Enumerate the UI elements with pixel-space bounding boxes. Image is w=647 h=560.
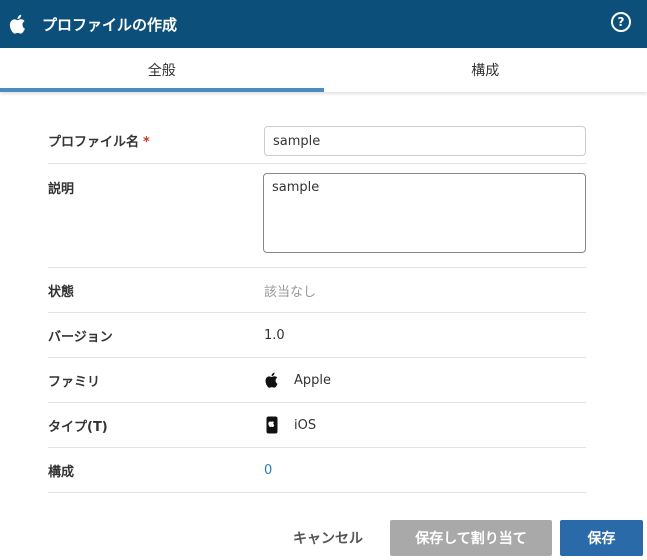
tab-configuration[interactable]: 構成 [324,48,647,92]
family-label: ファミリ [48,374,101,390]
save-button[interactable]: 保存 [560,520,643,556]
configuration-count-link[interactable]: 0 [264,463,586,478]
description-label: 説明 [48,182,75,197]
cancel-button[interactable]: キャンセル [280,520,376,556]
type-label: タイプ(T) [48,419,108,435]
row-configuration: 構成 0 [48,448,586,493]
family-value: Apple [294,372,332,388]
header-bar: プロファイルの作成 ? [0,0,647,48]
apple-icon [264,371,280,389]
profile-name-label: プロファイル名 [48,135,140,150]
row-status: 状態 該当なし [48,268,586,313]
profile-name-input[interactable]: sample [264,126,586,156]
version-label: バージョン [48,329,113,345]
profile-form: プロファイル名 * sample 説明 sample 状態 該当なし バージョン … [48,118,586,493]
tab-general[interactable]: 全般 [0,48,324,92]
row-family: ファミリ Apple [48,358,586,403]
apple-logo-icon [8,12,30,36]
footer-actions: キャンセル 保存して割り当て 保存 [0,520,647,560]
row-profile-name: プロファイル名 * sample [48,118,586,164]
required-mark: * [143,135,150,150]
row-description: 説明 sample [48,164,586,268]
row-type: タイプ(T) iOS [48,403,586,448]
configuration-label: 構成 [48,464,75,480]
type-value: iOS [294,417,317,433]
save-and-assign-button[interactable]: 保存して割り当て [390,520,552,556]
status-value: 該当なし [264,284,317,300]
tab-bar: 全般 構成 [0,48,647,92]
status-label: 状態 [48,284,75,300]
description-textarea[interactable]: sample [263,173,586,253]
mobile-device-icon [264,416,280,434]
row-version: バージョン 1.0 [48,313,586,358]
version-value: 1.0 [264,327,285,343]
help-icon[interactable]: ? [611,12,631,32]
page-title: プロファイルの作成 [42,15,178,34]
